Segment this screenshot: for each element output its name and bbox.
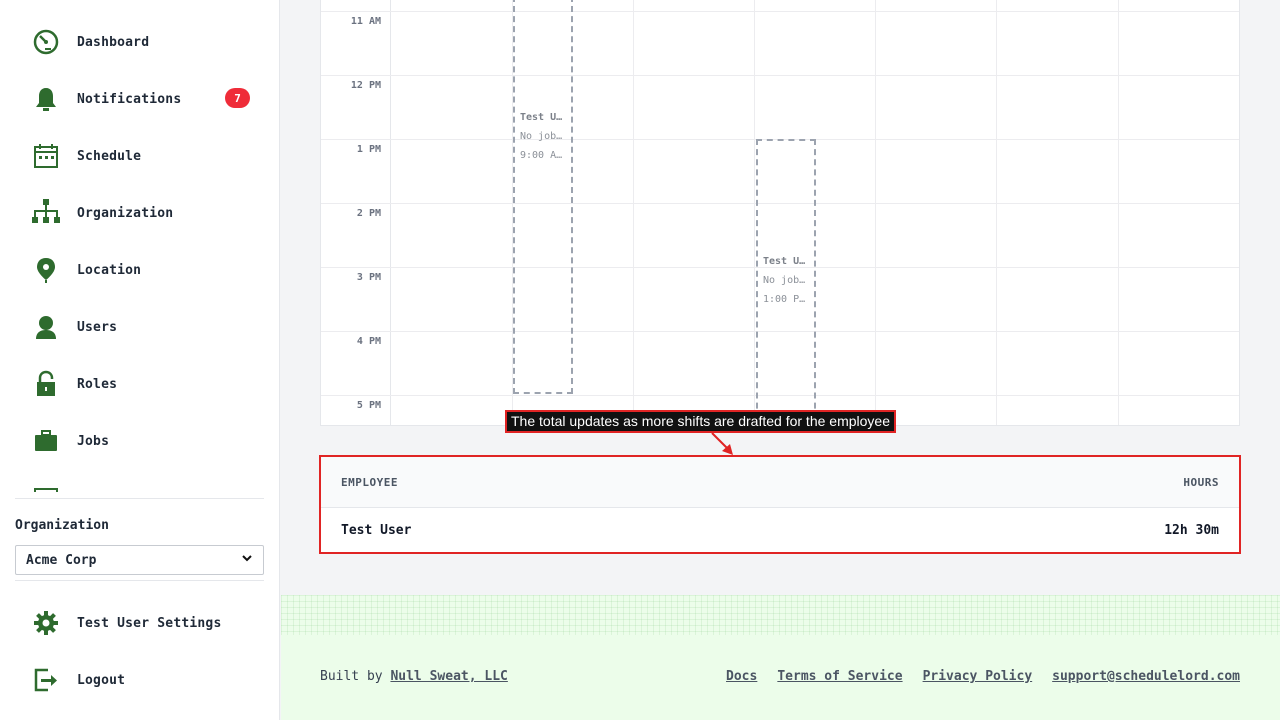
sidebar-divider [15,580,264,581]
company-link[interactable]: Null Sweat, LLC [390,669,507,684]
sidebar-item-label: Jobs [77,433,110,449]
sidebar-item-organization[interactable]: Organization [30,193,250,233]
hour-gridline [321,75,1239,76]
sidebar-item-label: Notifications [77,91,182,107]
logout-icon [30,664,62,696]
sidebar-item-label: Dashboard [77,34,150,50]
sidebar-divider [15,498,264,499]
map-pin-icon [30,254,62,286]
sidebar-item-label: Roles [77,376,118,392]
briefcase-icon [30,425,62,457]
support-email-link[interactable]: support@schedulelord.com [1052,669,1240,684]
shift-employee: Test U… [520,112,563,123]
privacy-link[interactable]: Privacy Policy [923,669,1033,684]
sidebar-item-label: Location [77,262,142,278]
annotation-callout: The total updates as more shifts are dra… [505,410,896,433]
shift-time: 1:00 P… [763,294,806,305]
draft-shift-block[interactable]: Test U… No job… 9:00 A… [513,0,573,394]
shift-employee: Test U… [763,256,806,267]
time-label: 12 PM [350,80,381,91]
table-header: EMPLOYEE HOURS [321,457,1239,508]
sidebar-item-jobs[interactable]: Jobs [30,421,250,461]
calendar-icon [30,140,62,172]
time-label: 11 AM [350,16,381,27]
hours-column-header: HOURS [1183,475,1219,489]
sidebar-item-label: Organization [77,205,174,221]
shift-job: No job… [763,275,806,286]
time-label: 1 PM [356,144,381,155]
user-icon [30,311,62,343]
time-label: 3 PM [356,272,381,283]
sidebar-item-location[interactable]: Location [30,250,250,290]
bell-icon [30,83,62,115]
docs-link[interactable]: Docs [726,669,757,684]
sidebar-item-label: Users [77,319,118,335]
time-label: 4 PM [356,336,381,347]
table-row: Test User 12h 30m [321,508,1239,552]
employee-name: Test User [341,522,412,538]
footer-credit: Built by Null Sweat, LLC [320,669,508,684]
organization-select[interactable]: Acme Corp [15,545,264,575]
sidebar-item-users[interactable]: Users [30,307,250,347]
time-label: 5 PM [356,400,381,411]
sidebar-nav: Dashboard Notifications 7 Schedule Organ… [0,0,280,492]
schedule-calendar: 11 AM 12 PM 1 PM 2 PM 3 PM 4 PM 5 PM Tes… [320,0,1240,426]
sidebar-item-schedule[interactable]: Schedule [30,136,250,176]
sidebar-item-dashboard[interactable]: Dashboard [30,22,250,62]
shift-job: No job… [520,131,563,142]
sidebar: Dashboard Notifications 7 Schedule Organ… [0,0,280,720]
sidebar-item-roles[interactable]: Roles [30,364,250,404]
time-label: 2 PM [356,208,381,219]
chevron-down-icon [241,552,253,568]
organization-label: Organization [15,518,109,533]
sidebar-item-label: Schedule [77,148,142,164]
dashboard-icon [30,26,62,58]
day-column-divider [754,0,755,425]
settings-label: Test User Settings [77,615,222,631]
sidebar-item-notifications[interactable]: Notifications 7 [30,79,250,119]
org-chart-icon [30,197,62,229]
day-column-divider [996,0,997,425]
built-by-text: Built by [320,669,383,684]
gear-icon [30,607,62,639]
organization-select-value: Acme Corp [26,552,97,568]
day-column-divider [875,0,876,425]
day-column-divider [633,0,634,425]
settings-link[interactable]: Test User Settings [30,603,250,643]
day-column-divider [1118,0,1119,425]
footer: Built by Null Sweat, LLC Docs Terms of S… [281,595,1280,720]
shift-time: 9:00 A… [520,150,563,161]
hour-gridline [321,11,1239,12]
employee-hours-total: 12h 30m [1164,522,1219,538]
lock-icon [30,368,62,400]
employee-hours-table: EMPLOYEE HOURS Test User 12h 30m [319,455,1241,554]
draft-shift-block[interactable]: Test U… No job… 1:00 P… [756,139,816,425]
employee-column-header: EMPLOYEE [341,475,398,489]
logout-link[interactable]: Logout [30,660,250,700]
partially-hidden-nav-icon [34,488,58,492]
terms-link[interactable]: Terms of Service [777,669,902,684]
logout-label: Logout [77,672,126,688]
notification-count-badge: 7 [225,88,250,108]
footer-links: Docs Terms of Service Privacy Policy sup… [726,669,1240,684]
